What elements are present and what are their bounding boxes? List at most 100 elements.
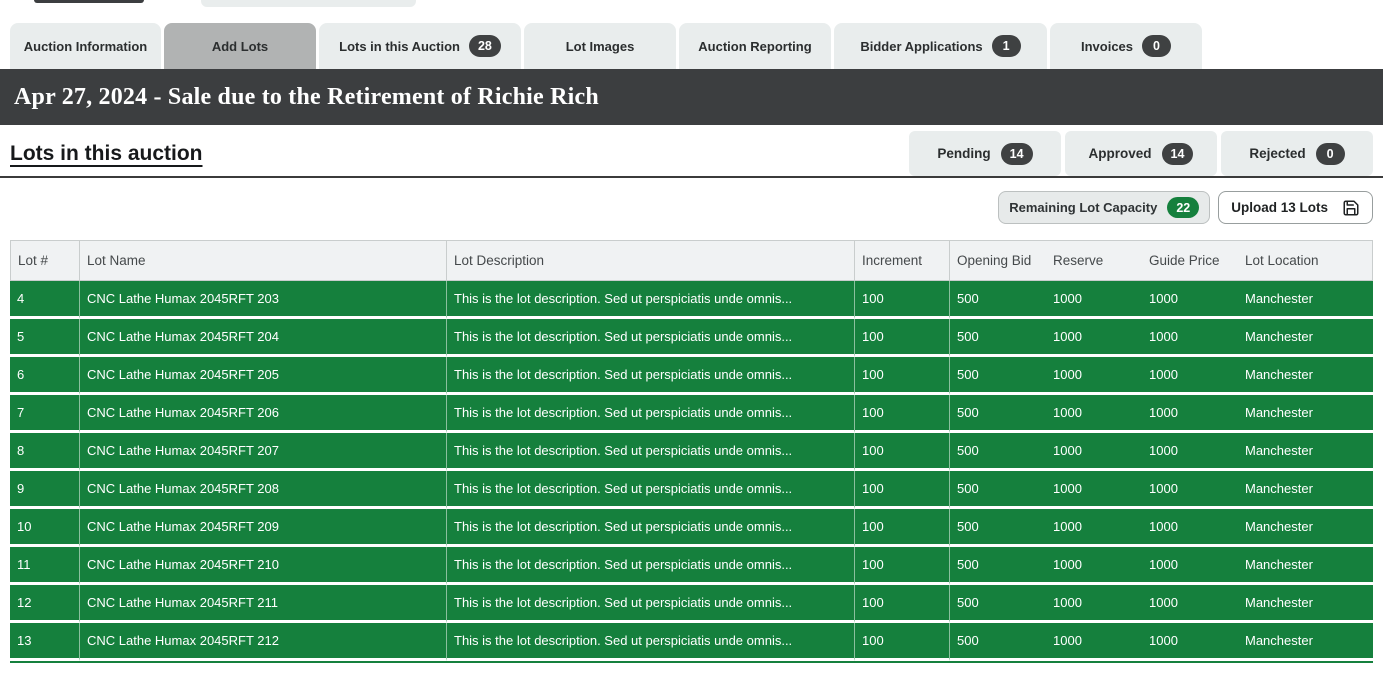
cell-lot-description: This is the lot description. Sed ut pers… xyxy=(447,471,855,509)
tab-label: Lot Images xyxy=(565,38,635,54)
tab-lot-images[interactable]: Lot Images xyxy=(524,23,676,69)
remaining-lot-capacity-label: Remaining Lot Capacity xyxy=(1009,200,1158,215)
next-row-cutoff-sliver xyxy=(10,661,1373,663)
tab-label: Auction Information xyxy=(23,38,148,54)
cell-lot-number: 4 xyxy=(10,281,80,319)
filter-badge: 14 xyxy=(1161,142,1194,165)
cell-lot-location: Manchester xyxy=(1238,547,1373,585)
cell-guide-price: 1000 xyxy=(1142,319,1238,357)
upload-lots-label: Upload 13 Lots xyxy=(1231,200,1328,215)
cell-guide-price: 1000 xyxy=(1142,281,1238,319)
rejected-filter-button[interactable]: Rejected 0 xyxy=(1221,131,1373,176)
filter-badge: 14 xyxy=(1000,142,1033,165)
tab-label: Add Lots xyxy=(211,38,269,54)
cell-reserve: 1000 xyxy=(1046,319,1142,357)
page-title: Lots in this auction xyxy=(10,141,203,165)
cell-guide-price: 1000 xyxy=(1142,357,1238,395)
cell-lot-description: This is the lot description. Sed ut pers… xyxy=(447,433,855,471)
table-header-row: Lot # Lot Name Lot Description Increment Ope… xyxy=(10,240,1373,281)
cell-lot-location: Manchester xyxy=(1238,433,1373,471)
cell-lot-location: Manchester xyxy=(1238,357,1373,395)
cell-lot-number: 9 xyxy=(10,471,80,509)
auction-banner-title: Apr 27, 2024 - Sale due to the Retiremen… xyxy=(14,83,599,110)
cell-increment: 100 xyxy=(855,281,950,319)
status-filter-bar: Pending 14 Approved 14 Rejected 0 xyxy=(909,131,1373,176)
cell-reserve: 1000 xyxy=(1046,433,1142,471)
tab-auction-information[interactable]: Auction Information xyxy=(10,23,161,69)
tab-badge: 0 xyxy=(1142,35,1172,57)
tab-invoices[interactable]: Invoices 0 xyxy=(1050,23,1202,69)
cell-guide-price: 1000 xyxy=(1142,509,1238,547)
remaining-lot-capacity-button[interactable]: Remaining Lot Capacity 22 xyxy=(998,191,1211,224)
filter-label: Approved xyxy=(1088,146,1152,161)
tab-bidder-applications[interactable]: Bidder Applications 1 xyxy=(834,23,1047,69)
cell-increment: 100 xyxy=(855,395,950,433)
remaining-lot-capacity-badge: 22 xyxy=(1167,197,1200,218)
cell-lot-description: This is the lot description. Sed ut pers… xyxy=(447,357,855,395)
cell-lot-location: Manchester xyxy=(1238,281,1373,319)
table-row[interactable]: 10 CNC Lathe Humax 2045RFT 209 This is the… xyxy=(10,509,1373,547)
table-row[interactable]: 9 CNC Lathe Humax 2045RFT 208 This is the … xyxy=(10,471,1373,509)
cell-lot-name: CNC Lathe Humax 2045RFT 211 xyxy=(80,585,447,623)
column-header-lot-number: Lot # xyxy=(10,240,80,281)
section-head: Lots in this auction Pending 14 Approved 14… xyxy=(10,131,1373,176)
cell-reserve: 1000 xyxy=(1046,547,1142,585)
column-header-guide-price: Guide Price xyxy=(1142,240,1238,281)
cell-lot-number: 10 xyxy=(10,509,80,547)
table-row[interactable]: 4 CNC Lathe Humax 2045RFT 203 This is the … xyxy=(10,281,1373,319)
table-row[interactable]: 6 CNC Lathe Humax 2045RFT 205 This is the … xyxy=(10,357,1373,395)
cutoff-element-light xyxy=(201,0,416,7)
cell-lot-location: Manchester xyxy=(1238,471,1373,509)
table-row[interactable]: 7 CNC Lathe Humax 2045RFT 206 This is the … xyxy=(10,395,1373,433)
cell-reserve: 1000 xyxy=(1046,471,1142,509)
cell-lot-number: 6 xyxy=(10,357,80,395)
auction-banner: Apr 27, 2024 - Sale due to the Retiremen… xyxy=(0,69,1383,125)
column-header-opening-bid: Opening Bid xyxy=(950,240,1046,281)
cell-lot-description: This is the lot description. Sed ut pers… xyxy=(447,547,855,585)
table-row[interactable]: 12 CNC Lathe Humax 2045RFT 211 This is the… xyxy=(10,585,1373,623)
cell-increment: 100 xyxy=(855,547,950,585)
cell-opening-bid: 500 xyxy=(950,585,1046,623)
lots-table: Lot # Lot Name Lot Description Increment Ope… xyxy=(10,240,1373,663)
cell-lot-number: 5 xyxy=(10,319,80,357)
cell-reserve: 1000 xyxy=(1046,585,1142,623)
cell-opening-bid: 500 xyxy=(950,395,1046,433)
cell-increment: 100 xyxy=(855,319,950,357)
cell-increment: 100 xyxy=(855,471,950,509)
cell-guide-price: 1000 xyxy=(1142,623,1238,661)
tab-add-lots[interactable]: Add Lots xyxy=(164,23,316,69)
toolbar: Remaining Lot Capacity 22 Upload 13 Lots xyxy=(10,191,1373,224)
table-row[interactable]: 11 CNC Lathe Humax 2045RFT 210 This is the… xyxy=(10,547,1373,585)
tab-label: Bidder Applications xyxy=(860,38,983,54)
table-row[interactable]: 13 CNC Lathe Humax 2045RFT 212 This is the… xyxy=(10,623,1373,661)
filter-badge: 0 xyxy=(1315,142,1345,165)
tab-auction-reporting[interactable]: Auction Reporting xyxy=(679,23,831,69)
tab-label: Invoices xyxy=(1080,38,1134,54)
tab-badge: 1 xyxy=(991,35,1021,57)
cell-opening-bid: 500 xyxy=(950,433,1046,471)
pending-filter-button[interactable]: Pending 14 xyxy=(909,131,1061,176)
cell-opening-bid: 500 xyxy=(950,281,1046,319)
cell-lot-description: This is the lot description. Sed ut pers… xyxy=(447,509,855,547)
approved-filter-button[interactable]: Approved 14 xyxy=(1065,131,1217,176)
cell-lot-description: This is the lot description. Sed ut pers… xyxy=(447,585,855,623)
tab-lots-in-this-auction[interactable]: Lots in this Auction 28 xyxy=(319,23,521,69)
filter-label: Rejected xyxy=(1249,146,1306,161)
cell-reserve: 1000 xyxy=(1046,395,1142,433)
cell-opening-bid: 500 xyxy=(950,319,1046,357)
cell-lot-name: CNC Lathe Humax 2045RFT 205 xyxy=(80,357,447,395)
table-row[interactable]: 8 CNC Lathe Humax 2045RFT 207 This is the … xyxy=(10,433,1373,471)
cell-lot-name: CNC Lathe Humax 2045RFT 206 xyxy=(80,395,447,433)
cell-lot-description: This is the lot description. Sed ut pers… xyxy=(447,395,855,433)
column-header-lot-location: Lot Location xyxy=(1238,240,1373,281)
upload-lots-button[interactable]: Upload 13 Lots xyxy=(1218,191,1373,224)
cell-opening-bid: 500 xyxy=(950,547,1046,585)
cell-lot-name: CNC Lathe Humax 2045RFT 212 xyxy=(80,623,447,661)
cutoff-element-dark xyxy=(34,0,144,3)
section-divider xyxy=(0,176,1383,178)
cell-lot-description: This is the lot description. Sed ut pers… xyxy=(447,281,855,319)
column-header-increment: Increment xyxy=(855,240,950,281)
top-cutoff-strip xyxy=(0,0,1383,23)
table-row[interactable]: 5 CNC Lathe Humax 2045RFT 204 This is the … xyxy=(10,319,1373,357)
cell-lot-description: This is the lot description. Sed ut pers… xyxy=(447,319,855,357)
